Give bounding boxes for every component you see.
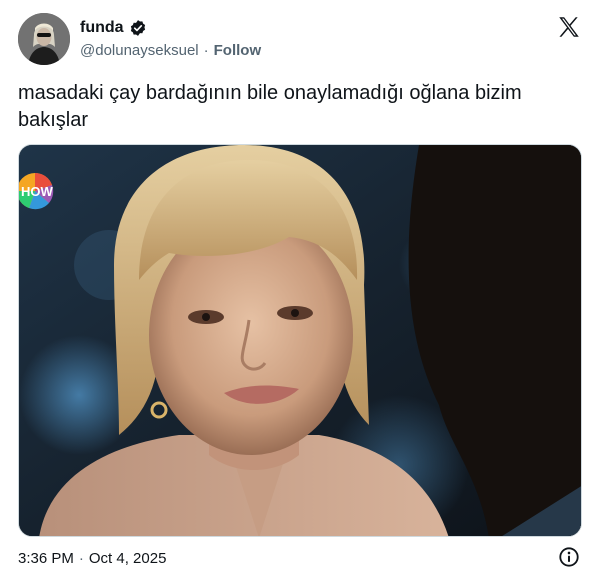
tweet-date: Oct 4, 2025 [88,549,167,567]
channel-watermark: HOW [21,184,54,199]
separator-dot: · [203,41,209,59]
author-name-row: funda [80,17,147,39]
avatar[interactable] [18,13,70,65]
info-icon[interactable] [558,546,580,568]
follow-button[interactable]: Follow [214,42,262,59]
tweet-time: 3:36 PM [18,549,74,567]
separator-dot: · [78,549,84,567]
tweet-timestamp[interactable]: 3:36 PM · Oct 4, 2025 [18,547,166,569]
x-logo-icon[interactable] [556,14,582,40]
tweet-card: funda @dolunayseksuel · Follow masadaki … [0,0,600,588]
avatar-image [18,13,70,65]
media-image: HOW [19,145,581,536]
author-handle-row: @dolunayseksuel · Follow [80,40,261,60]
verified-badge-icon [129,19,147,37]
author-handle[interactable]: @dolunayseksuel [80,42,199,59]
tweet-media[interactable]: HOW [18,144,582,537]
tweet-text: masadaki çay bardağının bile onaylamadığ… [18,82,522,131]
display-name[interactable]: funda [80,19,124,37]
